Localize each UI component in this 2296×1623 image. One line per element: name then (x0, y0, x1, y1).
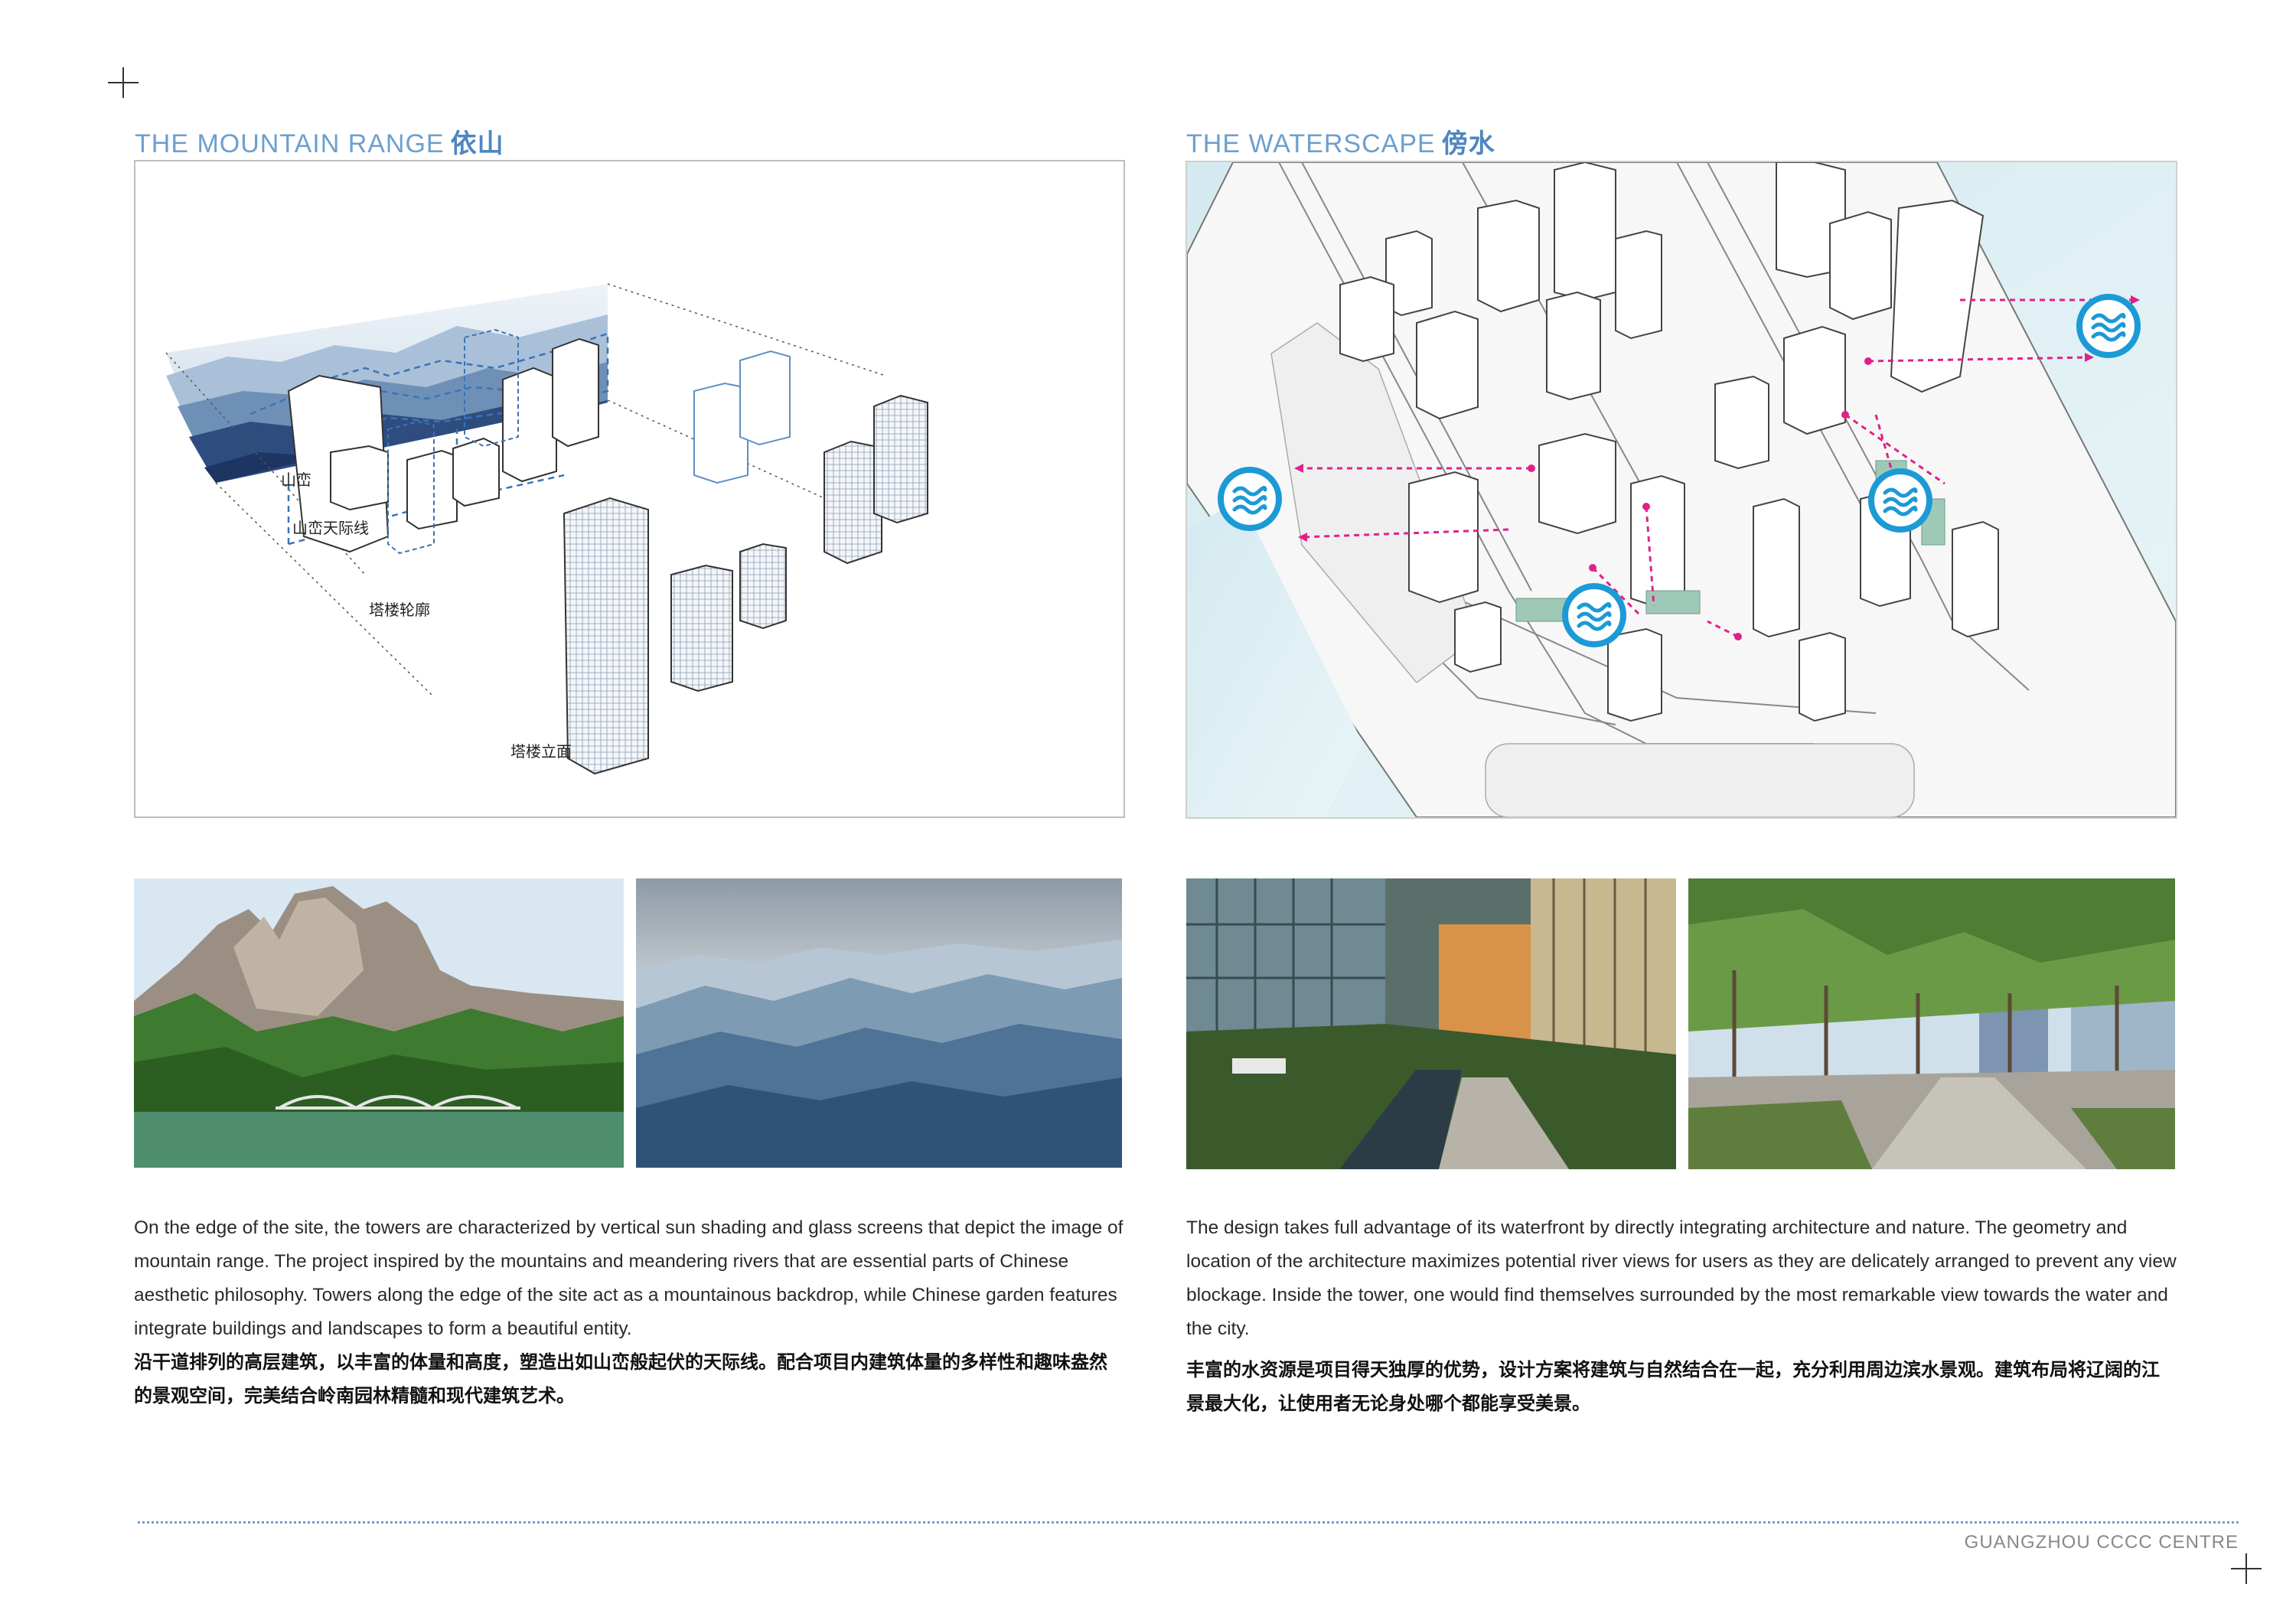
label-shanluan: 山峦 (281, 471, 311, 489)
waterscape-description-en: The design takes full advantage of its w… (1186, 1217, 2177, 1339)
mountain-range-diagram: 山峦 山峦天际线 塔楼轮廓 塔楼立面 (134, 160, 1125, 818)
tree-lined-plaza-photo (1688, 878, 2175, 1169)
water-icon-right (2076, 294, 2141, 358)
mountain-range-title-cn: 依山 (450, 129, 504, 158)
mountain-range-description-cn: 沿干道排列的高层建筑，以丰富的体量和高度，塑造出如山峦般起伏的天际线。配合项目内… (134, 1351, 1107, 1406)
waterscape-title-en: THE WATERSCAPE (1186, 129, 1436, 158)
misty-mountains-photo (636, 878, 1122, 1168)
water-icon-center (1562, 583, 1626, 647)
label-skyline: 山峦天际线 (292, 519, 369, 537)
mountain-range-description-en: On the edge of the site, the towers are … (134, 1217, 1124, 1339)
light-outline-towers (693, 350, 791, 484)
granite-peaks-photo (134, 878, 624, 1168)
mountain-range-title-en: THE MOUNTAIN RANGE (135, 129, 445, 158)
waterscape-diagram (1186, 161, 2177, 819)
crop-mark-top-left (108, 67, 139, 98)
water-garden-photo (1186, 878, 1676, 1169)
waterscape-title: THE WATERSCAPE 傍水 (1186, 122, 1495, 160)
footer-project-name: GUANGZHOU CCCC CENTRE (1964, 1532, 2239, 1553)
water-icon-courtyard (1868, 468, 1932, 533)
crop-mark-bottom-right (2231, 1553, 2262, 1584)
label-tower-facade: 塔楼立面 (510, 742, 572, 761)
footer-divider (138, 1521, 2239, 1524)
label-tower-outline: 塔楼轮廓 (369, 601, 430, 619)
waterscape-title-cn: 傍水 (1441, 129, 1495, 158)
waterscape-description-cn: 丰富的水资源是项目得天独厚的优势，设计方案将建筑与自然结合在一起，充分利用周边滨… (1186, 1359, 2160, 1414)
mountain-range-title: THE MOUNTAIN RANGE 依山 (135, 122, 504, 160)
water-icon-left (1218, 467, 1282, 531)
waterscape-site-drawing (1187, 162, 2176, 817)
